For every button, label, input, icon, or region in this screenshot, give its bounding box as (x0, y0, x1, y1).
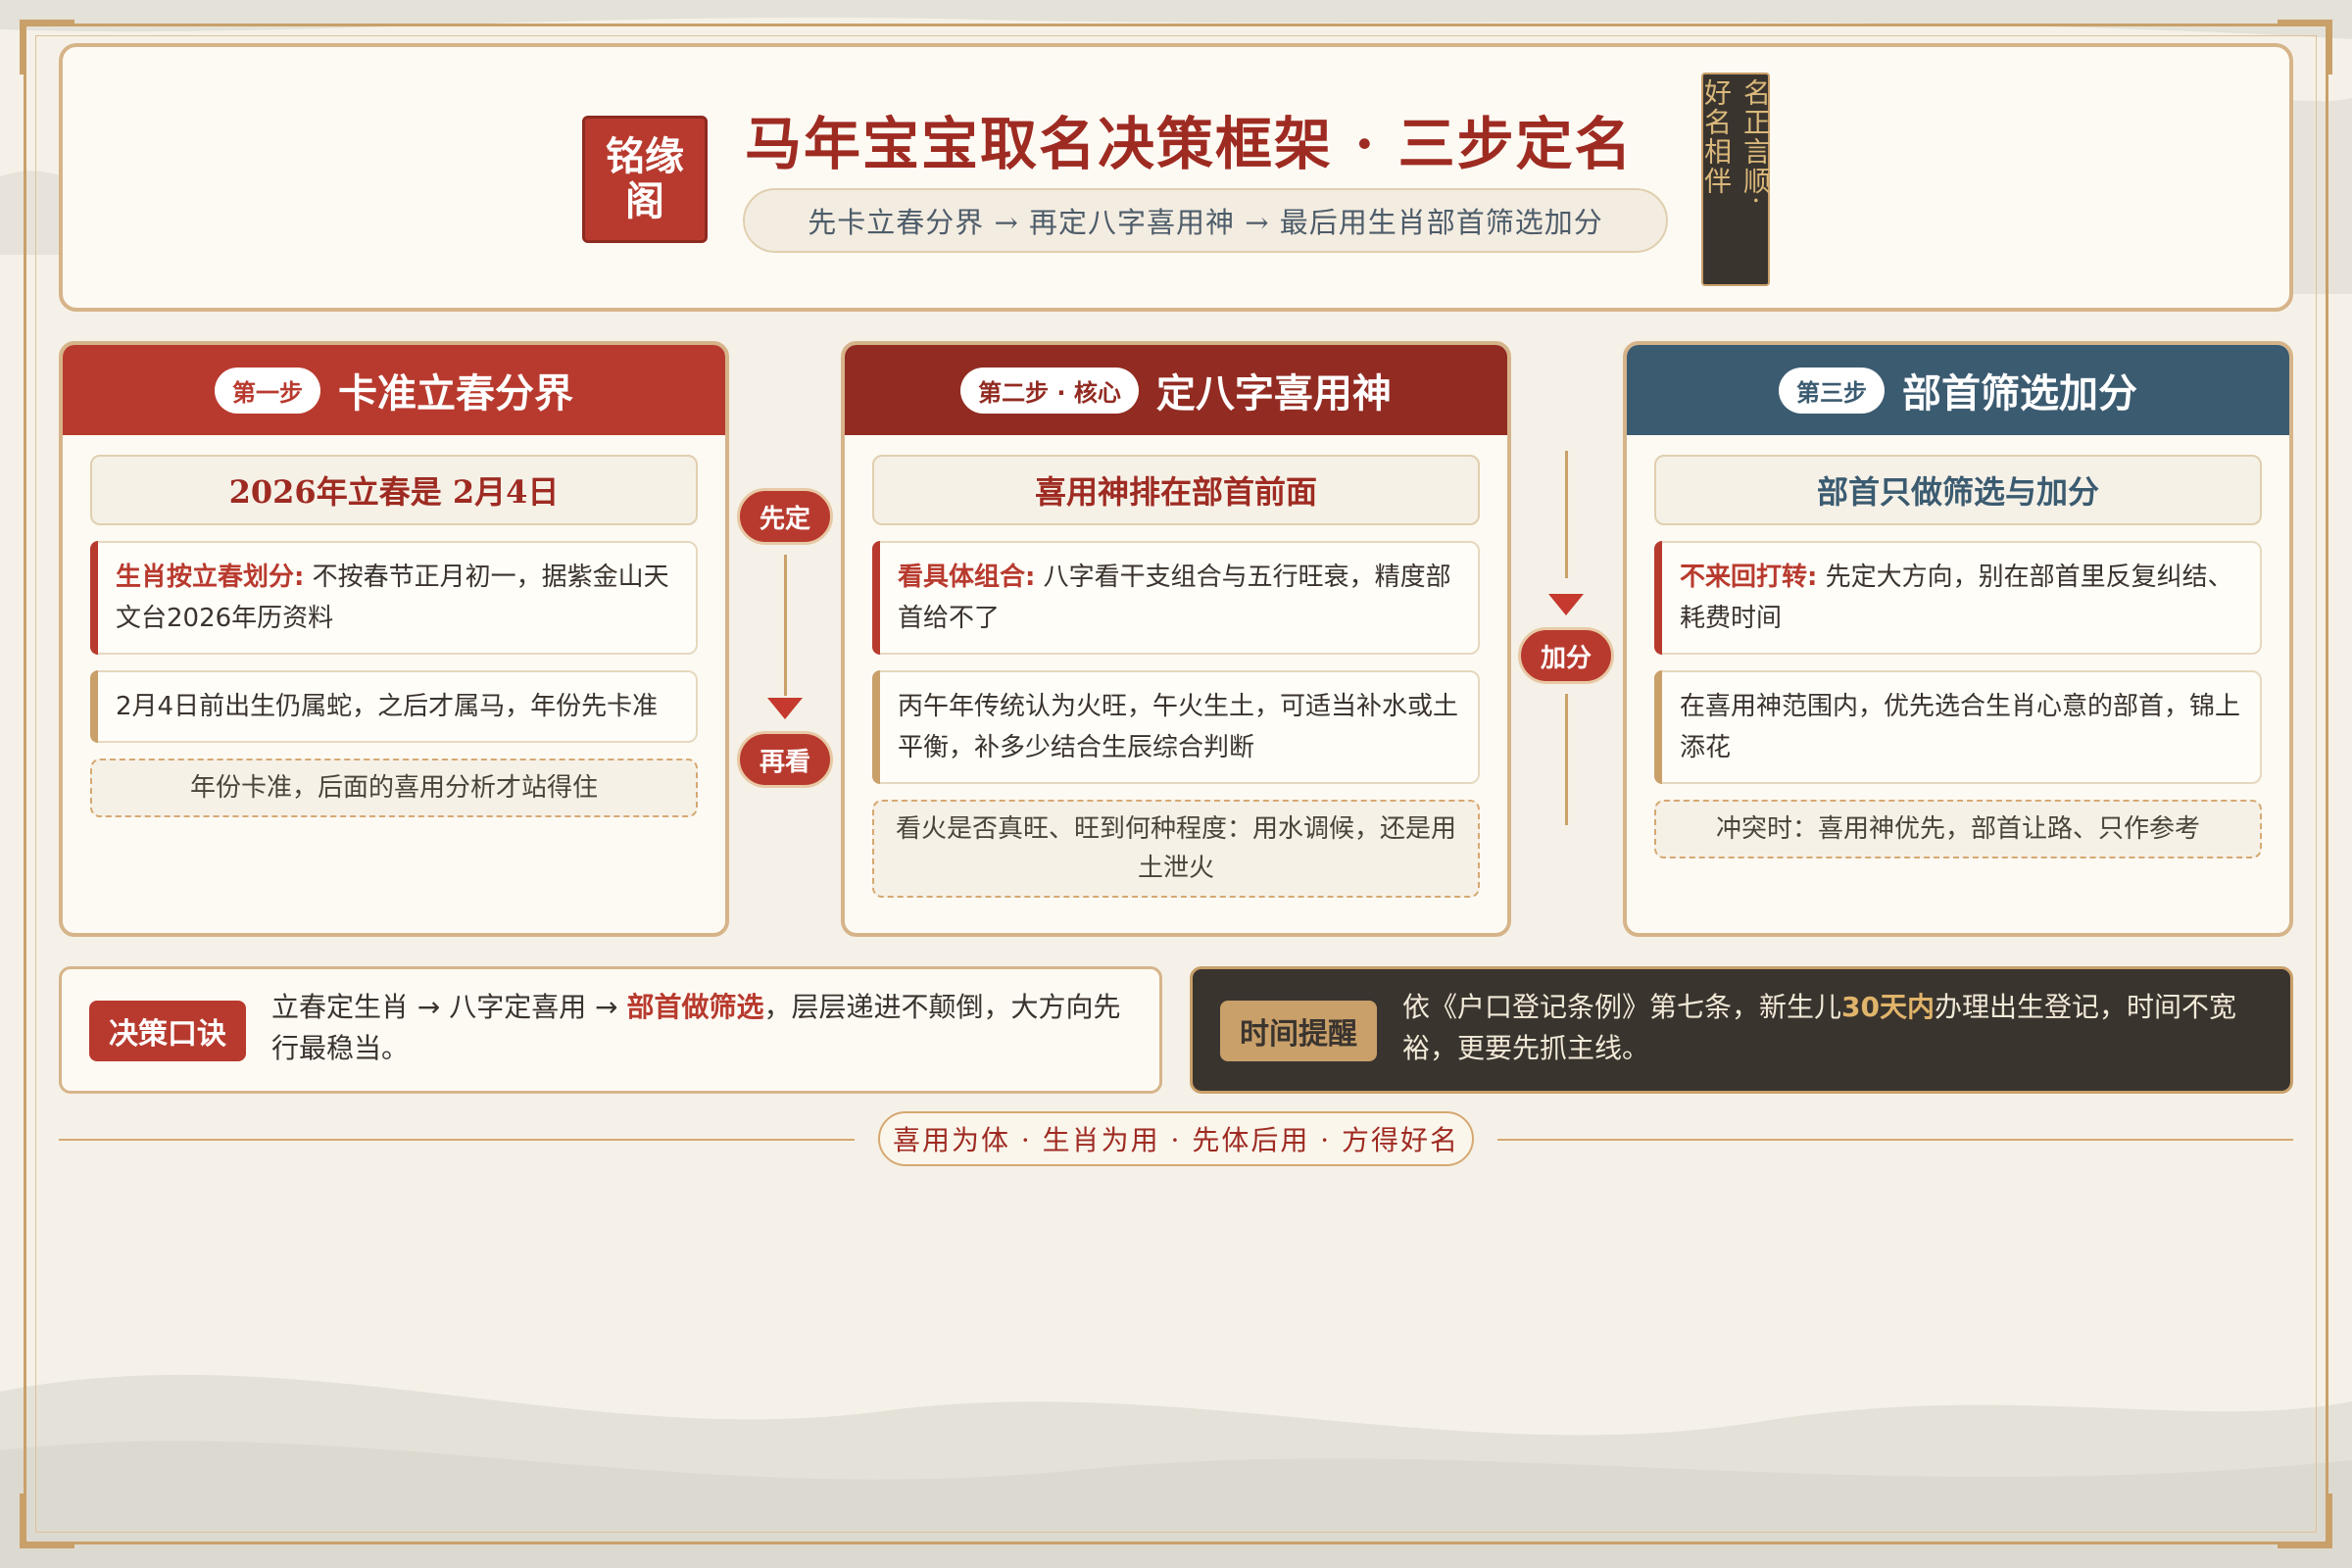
step-item: 看具体组合: 八字看干支组合与五行旺衰，精度部首给不了 (872, 541, 1480, 655)
header-panel (59, 43, 2293, 312)
rhyme-text-pre: 立春定生肖 → 八字定喜用 → (271, 991, 627, 1023)
step-item: 丙午年传统认为火旺，午火生土，可适当补水或土平衡，补多少结合生辰综合判断 (872, 670, 1480, 784)
divider-line (59, 1139, 855, 1141)
connector-line (784, 555, 787, 696)
step-tag: 第一步 (215, 367, 320, 414)
reminder-text-pre: 依《户口登记条例》第七条，新生儿 (1402, 991, 1842, 1023)
arrow-down-icon (1548, 594, 1584, 615)
connector-line (1565, 694, 1568, 825)
decision-rhyme-text: 立春定生肖 → 八字定喜用 → 部首做筛选，层层递进不颠倒，大方向先行最稳当。 (271, 987, 1134, 1069)
step-subheading: 喜用神排在部首前面 (872, 455, 1480, 525)
item-lead: 看具体组合: (898, 563, 1036, 592)
step-title: 定八字喜用神 (1155, 370, 1392, 416)
step-card-header: 第一步 卡准立春分界 (63, 345, 725, 435)
step-note: 看火是否真旺、旺到何种程度：用水调候，还是用土泄火 (872, 800, 1480, 898)
divider-line (1497, 1139, 2293, 1141)
step-tag: 第二步 · 核心 (960, 367, 1139, 414)
connector-label-first: 先定 (737, 488, 833, 545)
rhyme-highlight: 部首做筛选 (626, 991, 764, 1023)
step-title: 卡准立春分界 (338, 370, 573, 416)
item-text: 在喜用神范围内，优先选合生肖心意的部首，锦上添花 (1680, 692, 2241, 762)
step-card-2: 第二步 · 核心 定八字喜用神 喜用神排在部首前面 看具体组合: 八字看干支组合… (841, 341, 1511, 937)
item-lead: 生肖按立春划分: (116, 563, 305, 592)
item-text: 丙午年传统认为火旺，午火生土，可适当补水或土平衡，补多少结合生辰综合判断 (898, 692, 1459, 762)
footer-motto: 喜用为体 · 生肖为用 · 先体后用 · 方得好名 (878, 1111, 1474, 1166)
decision-rhyme-panel: 决策口诀 立春定生肖 → 八字定喜用 → 部首做筛选，层层递进不颠倒，大方向先行… (59, 966, 1162, 1094)
step-item: 生肖按立春划分: 不按春节正月初一，据紫金山天文台2026年历资料 (90, 541, 698, 655)
plaque-column: 名正言顺· (1740, 78, 1772, 207)
step-note: 冲突时：喜用神优先，部首让路、只作参考 (1654, 800, 2262, 858)
step-card-1: 第一步 卡准立春分界 2026年立春是 2月4日 生肖按立春划分: 不按春节正月… (59, 341, 729, 937)
plaque-column: 好名相伴 (1700, 78, 1733, 196)
time-reminder-text: 依《户口登记条例》第七条，新生儿30天内办理出生登记，时间不宽裕，更要先抓主线。 (1402, 987, 2275, 1069)
step-card-header: 第三步 部首筛选加分 (1627, 345, 2289, 435)
connector-label-bonus: 加分 (1518, 627, 1614, 684)
time-reminder-badge: 时间提醒 (1220, 1001, 1377, 1061)
step-card-3: 第三步 部首筛选加分 部首只做筛选与加分 不来回打转: 先定大方向，别在部首里反… (1623, 341, 2293, 937)
reminder-highlight: 30天内 (1841, 991, 1935, 1023)
step-item: 在喜用神范围内，优先选合生肖心意的部首，锦上添花 (1654, 670, 2262, 784)
step-title: 部首筛选加分 (1902, 370, 2137, 416)
vertical-plaque: 名正言顺· 好名相伴 (1700, 73, 1772, 286)
page-subtitle: 先卡立春分界 → 再定八字喜用神 → 最后用生肖部首筛选加分 (743, 188, 1668, 253)
step-subheading: 部首只做筛选与加分 (1654, 455, 2262, 525)
time-reminder-panel: 时间提醒 依《户口登记条例》第七条，新生儿30天内办理出生登记，时间不宽裕，更要… (1190, 966, 2293, 1094)
step-card-header: 第二步 · 核心 定八字喜用神 (845, 345, 1507, 435)
brand-seal: 铭缘阁 (582, 116, 708, 243)
step-subheading: 2026年立春是 2月4日 (90, 455, 698, 525)
step-tag: 第三步 (1779, 367, 1885, 414)
arrow-down-icon (767, 698, 803, 719)
step-item: 不来回打转: 先定大方向，别在部首里反复纠结、耗费时间 (1654, 541, 2262, 655)
connector-label-then: 再看 (737, 731, 833, 788)
step-note: 年份卡准，后面的喜用分析才站得住 (90, 759, 698, 817)
decision-rhyme-badge: 决策口诀 (89, 1001, 246, 1061)
page-title: 马年宝宝取名决策框架 · 三步定名 (745, 111, 1634, 177)
step-item: 2月4日前出生仍属蛇，之后才属马，年份先卡准 (90, 670, 698, 743)
connector-line (1565, 451, 1568, 578)
item-text: 2月4日前出生仍属蛇，之后才属马，年份先卡准 (116, 692, 659, 721)
item-lead: 不来回打转: (1680, 563, 1818, 592)
